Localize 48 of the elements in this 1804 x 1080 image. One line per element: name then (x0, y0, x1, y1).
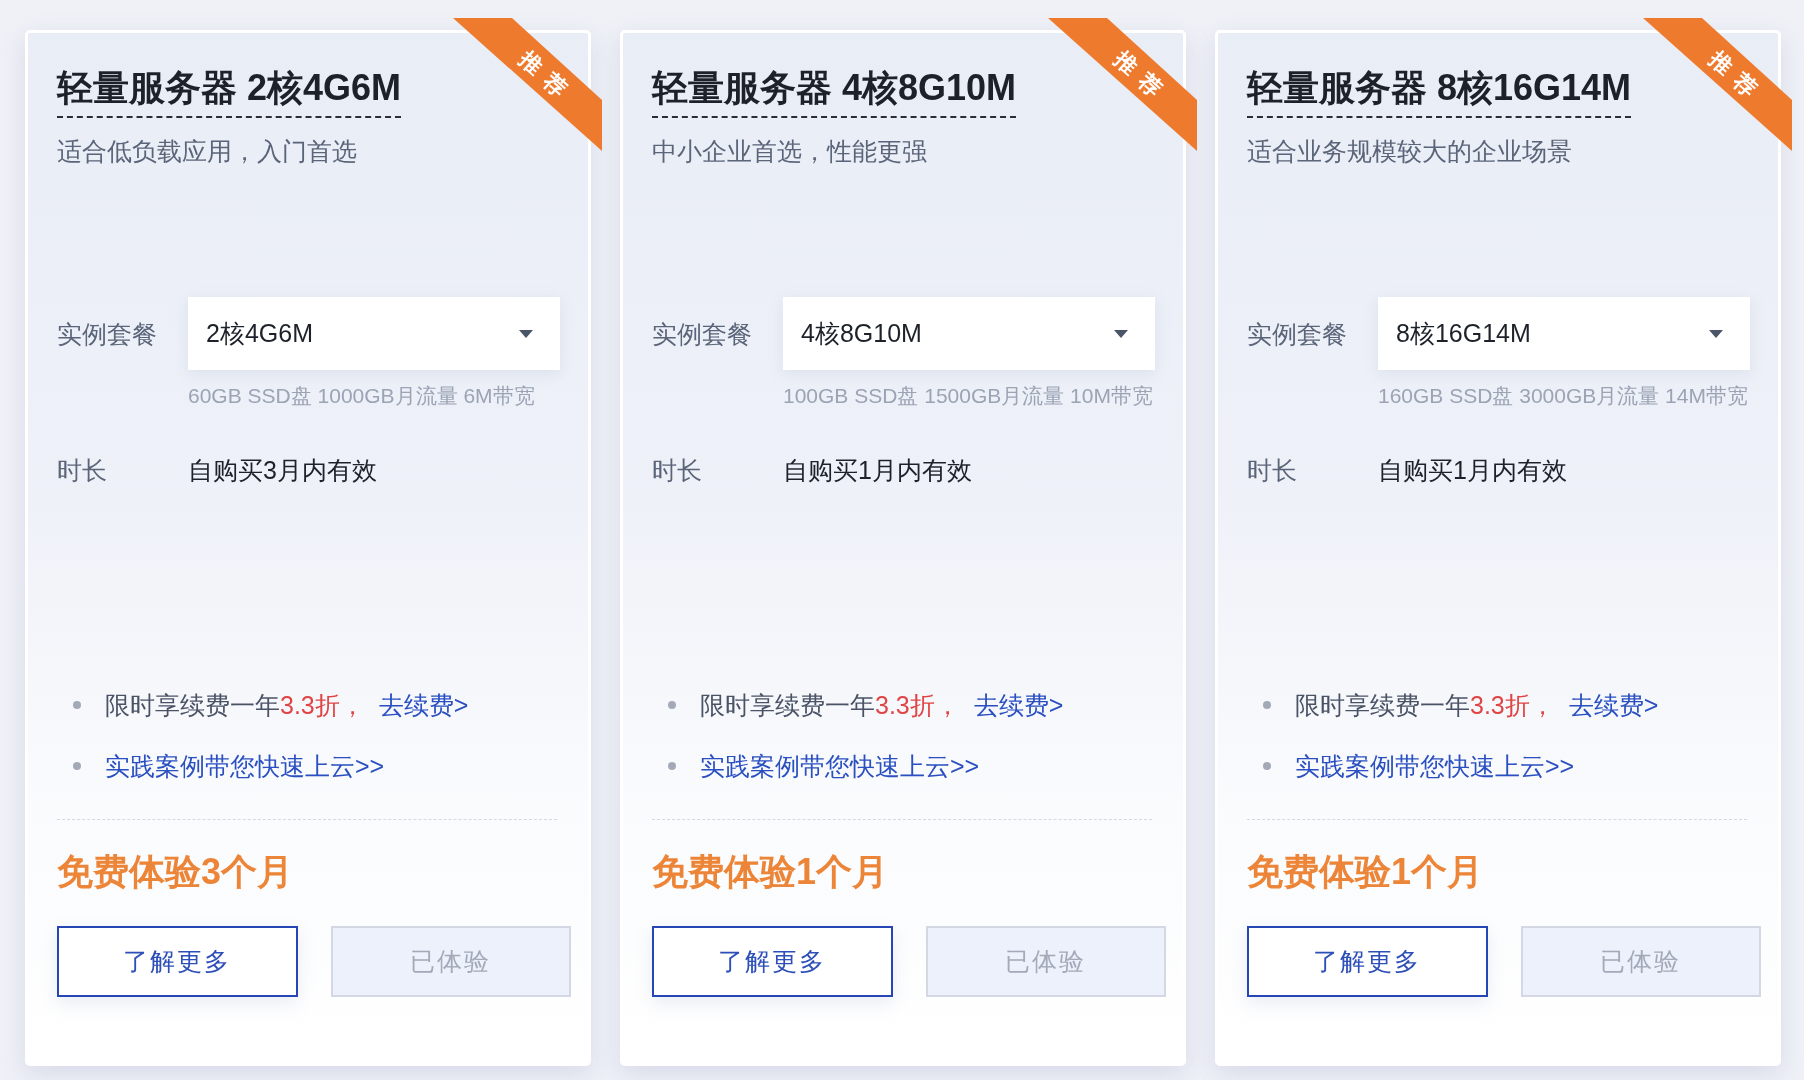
package-select[interactable]: 8核16G14M (1378, 297, 1750, 370)
duration-value: 自购买1月内有效 (1378, 455, 1567, 486)
bullet-dot-icon (1263, 762, 1271, 770)
bullet-dot-icon (1263, 701, 1271, 709)
duration-value: 自购买3月内有效 (188, 455, 377, 486)
promo-link[interactable]: 去续费> (1568, 687, 1659, 723)
promo-link[interactable]: 去续费> (378, 687, 469, 723)
duration-label: 时长 (57, 455, 108, 486)
recommend-ribbon: 推荐 (1048, 18, 1197, 151)
recommend-ribbon: 推荐 (1643, 18, 1792, 151)
plan-title: 轻量服务器 4核8G10M (652, 66, 1017, 118)
duration-value: 自购买1月内有效 (783, 455, 972, 486)
learn-more-button[interactable]: 了解更多 (652, 926, 893, 997)
plan-subtitle: 中小企业首选，性能更强 (652, 136, 928, 167)
promo-link[interactable]: 实践案例带您快速上云>> (105, 748, 385, 784)
learn-more-button[interactable]: 了解更多 (57, 926, 298, 997)
free-trial-text: 免费体验3个月 (57, 850, 295, 894)
package-label: 实例套餐 (652, 318, 753, 350)
bullet-dot-icon (668, 701, 676, 709)
package-label: 实例套餐 (57, 318, 158, 350)
promo-link[interactable]: 实践案例带您快速上云>> (700, 748, 980, 784)
bullet-dot-icon (73, 701, 81, 709)
package-label: 实例套餐 (1247, 318, 1348, 350)
package-spec-text: 160GB SSD盘 3000GB月流量 14M带宽 (1378, 383, 1749, 409)
bullet-dot-icon (668, 762, 676, 770)
learn-more-button[interactable]: 了解更多 (1247, 926, 1488, 997)
package-select[interactable]: 2核4G6M (188, 297, 560, 370)
package-spec-text: 60GB SSD盘 1000GB月流量 6M带宽 (188, 383, 536, 409)
promo-text: 限时享续费一年3.3折， (105, 690, 365, 721)
plan-title: 轻量服务器 8核16G14M (1247, 66, 1632, 118)
bullet-dot-icon (73, 762, 81, 770)
recommend-ribbon: 推荐 (453, 18, 602, 151)
duration-label: 时长 (652, 455, 703, 486)
caret-icon (1114, 329, 1128, 338)
plan-subtitle: 适合业务规模较大的企业场景 (1247, 136, 1573, 167)
free-trial-text: 免费体验1个月 (652, 850, 890, 894)
plan-subtitle: 适合低负载应用，入门首选 (57, 136, 358, 167)
duration-label: 时长 (1247, 455, 1298, 486)
promo-text: 限时享续费一年3.3折， (1295, 690, 1555, 721)
free-trial-text: 免费体验1个月 (1247, 850, 1485, 894)
package-select[interactable]: 4核8G10M (783, 297, 1155, 370)
promo-text: 限时享续费一年3.3折， (700, 690, 960, 721)
caret-icon (519, 329, 533, 338)
package-spec-text: 100GB SSD盘 1500GB月流量 10M带宽 (783, 383, 1154, 409)
promo-link[interactable]: 实践案例带您快速上云>> (1295, 748, 1575, 784)
promo-link[interactable]: 去续费> (973, 687, 1064, 723)
caret-icon (1709, 329, 1723, 338)
plan-title: 轻量服务器 2核4G6M (57, 66, 402, 118)
